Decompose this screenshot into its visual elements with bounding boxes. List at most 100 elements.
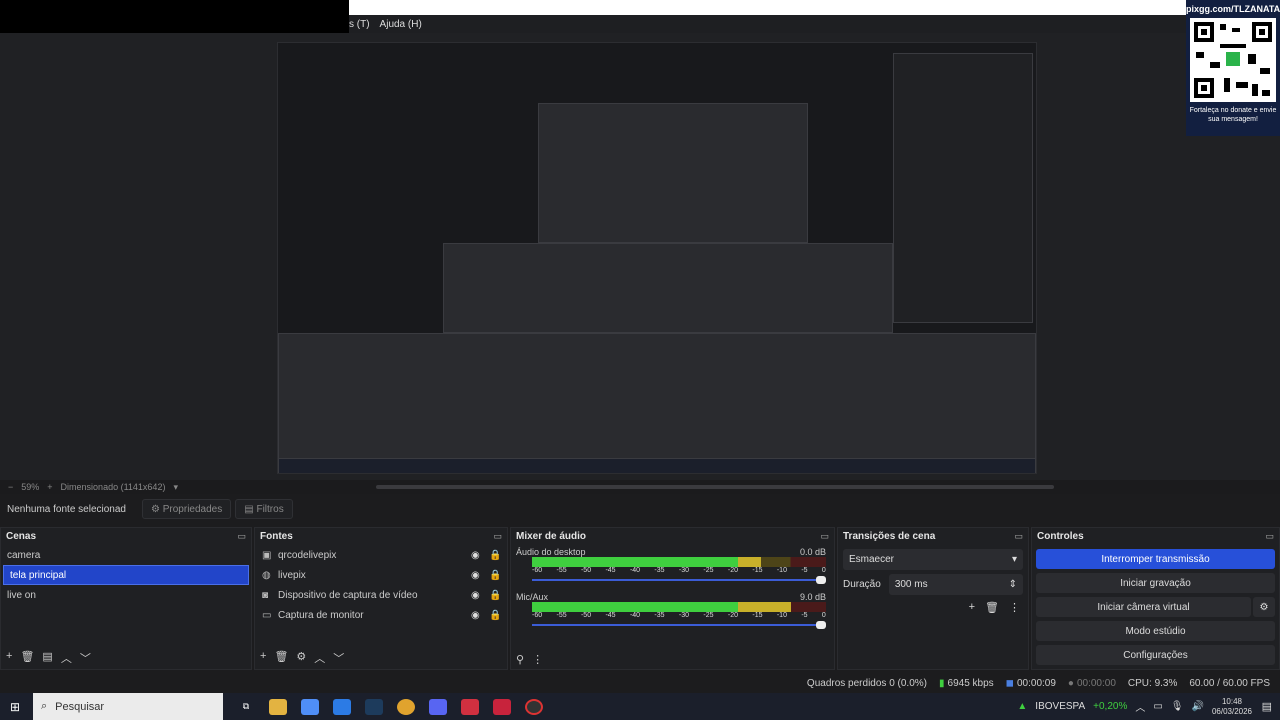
obs-window: s (T) Ajuda (H) pixgg.com/TLZANATA Forta… bbox=[0, 0, 1280, 720]
transition-select[interactable]: Esmaecer ▾ bbox=[843, 549, 1023, 570]
trash-icon[interactable]: 🗑 bbox=[985, 601, 999, 614]
nested-obs-preview bbox=[443, 243, 893, 333]
source-item[interactable]: ◙ Dispositivo de captura de vídeo ◉ 🔒 bbox=[255, 585, 507, 605]
menu-item-help[interactable]: Ajuda (H) bbox=[380, 19, 422, 30]
audio-meter bbox=[532, 602, 826, 612]
scale-tick: 0 bbox=[821, 567, 826, 574]
lock-icon[interactable]: 🔒 bbox=[489, 610, 501, 621]
settings-button[interactable]: Configurações bbox=[1036, 645, 1275, 665]
notification-icon[interactable]: ▤ bbox=[1262, 700, 1272, 713]
cpu-usage: CPU: 9.3% bbox=[1127, 677, 1178, 689]
image-icon: ▣ bbox=[262, 549, 272, 561]
duration-spinbox[interactable]: 300 ms ⇕ bbox=[888, 574, 1023, 595]
virtual-camera-button[interactable]: Iniciar câmera virtual bbox=[1036, 597, 1251, 617]
pix-qr-overlay: pixgg.com/TLZANATA Fortaleça no donate e… bbox=[1186, 0, 1280, 136]
dock-menu-icon[interactable]: ▭ bbox=[237, 531, 246, 542]
add-icon[interactable]: + bbox=[260, 650, 266, 666]
chrome-icon[interactable] bbox=[397, 698, 415, 715]
meter-fill bbox=[532, 602, 738, 612]
meter-fill-yellow bbox=[737, 557, 762, 567]
gear-icon: ⚙ bbox=[151, 503, 163, 515]
lock-icon[interactable]: 🔒 bbox=[489, 550, 501, 561]
chevron-down-icon[interactable]: ﹀ bbox=[80, 650, 91, 666]
source-item[interactable]: ◍ livepix ◉ 🔒 bbox=[255, 565, 507, 585]
channel-name: Áudio do desktop bbox=[516, 547, 586, 557]
spin-icon[interactable]: ⇕ bbox=[1009, 579, 1017, 590]
source-label: qrcodelivepix bbox=[278, 549, 337, 561]
microphone-icon[interactable]: 🎙 bbox=[1171, 701, 1184, 712]
chevron-up-icon[interactable]: ︿ bbox=[61, 650, 72, 666]
scene-item-selected[interactable]: tela principal bbox=[3, 565, 249, 585]
eye-icon[interactable]: ◉ bbox=[471, 550, 480, 561]
steam-icon[interactable] bbox=[365, 698, 383, 715]
nested-obs-preview-inner bbox=[538, 103, 808, 243]
chevron-down-icon[interactable]: ﹀ bbox=[333, 650, 344, 666]
app-pink-icon[interactable] bbox=[493, 698, 511, 715]
scaling-dropdown-icon[interactable]: ▾ bbox=[173, 482, 178, 493]
chevron-up-icon[interactable]: ︿ bbox=[314, 650, 325, 666]
add-icon[interactable]: + bbox=[6, 650, 12, 666]
transition-type: Esmaecer bbox=[849, 554, 895, 565]
trash-icon[interactable]: 🗑 bbox=[20, 650, 34, 666]
nested-taskbar bbox=[278, 458, 1036, 473]
start-recording-button[interactable]: Iniciar gravação bbox=[1036, 573, 1275, 593]
qr-code-icon bbox=[1190, 18, 1276, 102]
preview-canvas[interactable] bbox=[277, 42, 1037, 474]
dock-menu-icon[interactable]: ▭ bbox=[820, 531, 829, 542]
add-icon[interactable]: + bbox=[969, 601, 975, 614]
source-label: Captura de monitor bbox=[278, 609, 364, 621]
studio-mode-button[interactable]: Modo estúdio bbox=[1036, 621, 1275, 641]
duration-row: Duração 300 ms ⇕ bbox=[838, 574, 1028, 595]
gear-icon[interactable]: ⚙ bbox=[1253, 597, 1275, 617]
link-icon[interactable]: ⚲ bbox=[516, 653, 524, 666]
app-red-icon[interactable] bbox=[461, 698, 479, 715]
source-item[interactable]: ▣ qrcodelivepix ◉ 🔒 bbox=[255, 545, 507, 565]
clock[interactable]: 10:48 06/03/2026 bbox=[1212, 697, 1252, 717]
source-item[interactable]: ▭ Captura de monitor ◉ 🔒 bbox=[255, 605, 507, 625]
filter-icon[interactable]: ▤ bbox=[42, 650, 52, 666]
task-view-icon[interactable]: ⧉ bbox=[237, 699, 255, 715]
volume-slider[interactable] bbox=[532, 621, 826, 629]
stop-stream-button[interactable]: Interromper transmissão bbox=[1036, 549, 1275, 569]
file-explorer-icon[interactable] bbox=[269, 698, 287, 715]
sources-dock: Fontes ▭ ▣ qrcodelivepix ◉ 🔒 ◍ livepix ◉ 🔒 ◙ Dis… bbox=[254, 527, 508, 670]
copilot-icon[interactable] bbox=[301, 698, 319, 715]
taskbar-search[interactable]: ⌕ Pesquisar bbox=[33, 693, 223, 720]
filters-button[interactable]: ▤ Filtros bbox=[235, 499, 293, 519]
preview-scrollbar[interactable] bbox=[376, 485, 1054, 489]
windows-start-icon[interactable]: ⊞ bbox=[10, 700, 20, 714]
speaker-icon[interactable]: 🔊 bbox=[1192, 701, 1204, 712]
dock-menu-icon[interactable]: ▭ bbox=[493, 531, 502, 542]
gear-icon[interactable]: ⚙ bbox=[296, 650, 306, 666]
dock-menu-icon[interactable]: ▭ bbox=[1014, 531, 1023, 542]
lock-icon[interactable]: 🔒 bbox=[489, 590, 501, 601]
eye-icon[interactable]: ◉ bbox=[471, 610, 480, 621]
discord-icon[interactable] bbox=[429, 698, 447, 715]
more-icon[interactable]: ⋮ bbox=[532, 653, 543, 666]
transitions-title: Transições de cena bbox=[843, 531, 936, 542]
system-tray: ▲ IBOVESPA +0,20% ︿ ▭ 🎙 🔊 10:48 06/03/20… bbox=[1017, 697, 1252, 717]
eye-icon[interactable]: ◉ bbox=[471, 590, 480, 601]
scale-tick: -40 bbox=[629, 567, 641, 574]
source-label: Dispositivo de captura de vídeo bbox=[278, 589, 418, 601]
store-icon[interactable] bbox=[333, 698, 351, 715]
chevron-up-icon[interactable]: ︿ bbox=[1135, 699, 1145, 714]
zoom-out-icon[interactable]: − bbox=[8, 482, 13, 492]
eye-icon[interactable]: ◉ bbox=[471, 570, 480, 581]
trash-icon[interactable]: 🗑 bbox=[274, 650, 288, 666]
dock-menu-icon[interactable]: ▭ bbox=[1265, 531, 1274, 542]
lock-icon[interactable]: 🔒 bbox=[489, 570, 501, 581]
network-icon[interactable]: ▭ bbox=[1153, 701, 1162, 712]
ticker-change: +0,20% bbox=[1093, 701, 1128, 712]
zoom-in-icon[interactable]: + bbox=[47, 482, 52, 492]
scale-tick: -45 bbox=[605, 612, 616, 619]
obs-icon[interactable] bbox=[525, 698, 543, 715]
menu-item-tools[interactable]: s (T) bbox=[349, 19, 370, 30]
scene-item[interactable]: live on bbox=[1, 585, 251, 605]
duration-label: Duração bbox=[843, 579, 881, 590]
more-icon[interactable]: ⋮ bbox=[1009, 601, 1020, 614]
scene-item[interactable]: camera bbox=[1, 545, 251, 565]
mixer-title: Mixer de áudio bbox=[516, 531, 587, 542]
properties-button[interactable]: ⚙ Propriedades bbox=[142, 499, 232, 519]
volume-slider[interactable] bbox=[532, 576, 826, 584]
